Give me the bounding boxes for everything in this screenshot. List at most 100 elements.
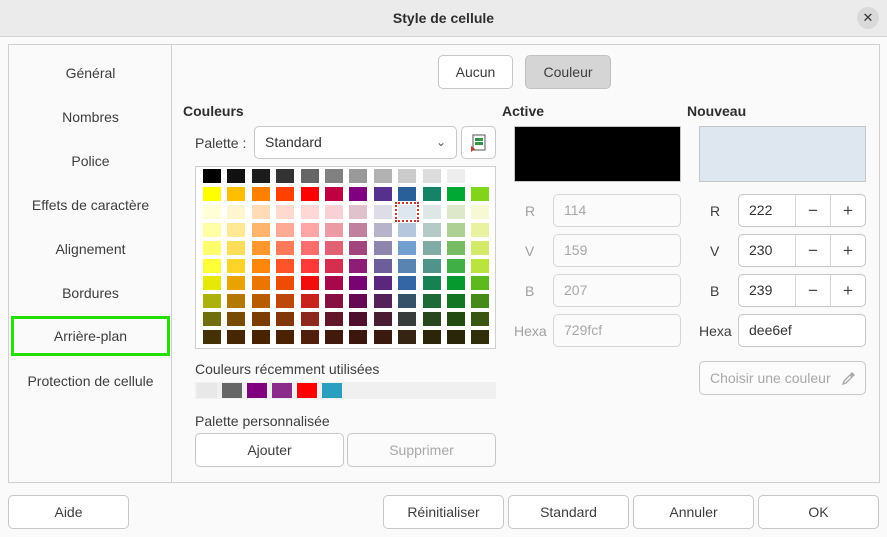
palette-swatch[interactable]	[251, 312, 270, 327]
delete-color-button[interactable]: Supprimer	[347, 433, 496, 467]
palette-swatch[interactable]	[398, 258, 417, 273]
palette-swatch[interactable]	[471, 258, 490, 273]
palette-swatch[interactable]	[276, 330, 295, 345]
palette-swatch[interactable]	[422, 330, 441, 345]
palette-swatch[interactable]	[251, 258, 270, 273]
palette-swatch[interactable]	[422, 258, 441, 273]
palette-swatch[interactable]	[251, 276, 270, 291]
palette-swatch[interactable]	[203, 186, 221, 201]
palette-swatch[interactable]	[373, 258, 392, 273]
palette-swatch[interactable]	[422, 294, 441, 309]
palette-swatch[interactable]	[471, 312, 490, 327]
sidebar-item-general[interactable]: Général	[9, 53, 172, 93]
palette-swatch[interactable]	[227, 294, 246, 309]
v-decrement-button[interactable]: −	[796, 235, 830, 266]
palette-swatch[interactable]	[251, 204, 270, 219]
palette-swatch[interactable]	[325, 186, 343, 201]
palette-swatch[interactable]	[276, 222, 295, 237]
ok-button[interactable]: OK	[758, 495, 879, 529]
palette-swatch[interactable]	[349, 222, 368, 237]
palette-swatch[interactable]	[373, 240, 392, 255]
palette-swatch[interactable]	[325, 204, 343, 219]
palette-swatch[interactable]	[373, 330, 392, 345]
palette-swatch[interactable]	[251, 294, 270, 309]
palette-swatch[interactable]	[447, 312, 465, 327]
palette-swatch[interactable]	[373, 222, 392, 237]
palette-swatch[interactable]	[373, 294, 392, 309]
palette-swatch[interactable]	[325, 240, 343, 255]
palette-swatch[interactable]	[325, 169, 343, 183]
r-increment-button[interactable]: +	[831, 195, 865, 226]
palette-swatch[interactable]	[325, 222, 343, 237]
new-r-spinner[interactable]: 222 − +	[738, 194, 866, 227]
palette-swatch[interactable]	[349, 294, 368, 309]
palette-swatch[interactable]	[325, 258, 343, 273]
palette-swatch[interactable]	[276, 169, 295, 183]
palette-swatch[interactable]	[373, 312, 392, 327]
new-b-spinner[interactable]: 239 − +	[738, 274, 866, 307]
palette-swatch[interactable]	[447, 204, 465, 219]
palette-swatch[interactable]	[349, 169, 368, 183]
close-icon[interactable]: ✕	[857, 7, 879, 29]
palette-swatch[interactable]	[276, 276, 295, 291]
palette-swatch[interactable]	[471, 330, 490, 345]
palette-swatch[interactable]	[447, 240, 465, 255]
palette-swatch[interactable]	[300, 169, 319, 183]
palette-swatch[interactable]	[422, 312, 441, 327]
add-color-button[interactable]: Ajouter	[195, 433, 344, 467]
palette-swatch[interactable]	[227, 258, 246, 273]
palette-swatch[interactable]	[471, 222, 490, 237]
palette-swatch[interactable]	[398, 312, 417, 327]
standard-button[interactable]: Standard	[508, 495, 629, 529]
palette-swatch[interactable]	[227, 222, 246, 237]
palette-swatch[interactable]	[227, 204, 246, 219]
palette-swatch[interactable]	[398, 330, 417, 345]
palette-swatch[interactable]	[398, 186, 417, 201]
palette-swatch[interactable]	[349, 204, 368, 219]
palette-swatch[interactable]	[447, 258, 465, 273]
palette-swatch[interactable]	[349, 312, 368, 327]
palette-swatch[interactable]	[251, 186, 270, 201]
sidebar-item-background[interactable]: Arrière-plan	[11, 316, 170, 356]
palette-select[interactable]: Standard ⌄	[254, 126, 457, 159]
sidebar-item-alignment[interactable]: Alignement	[9, 229, 172, 269]
palette-swatch[interactable]	[251, 222, 270, 237]
load-palette-button[interactable]	[461, 126, 496, 159]
b-increment-button[interactable]: +	[831, 275, 865, 306]
palette-swatch[interactable]	[227, 312, 246, 327]
new-v-spinner[interactable]: 230 − +	[738, 234, 866, 267]
palette-swatch[interactable]	[276, 204, 295, 219]
palette-swatch[interactable]	[422, 204, 441, 219]
palette-swatch[interactable]	[227, 186, 246, 201]
sidebar-item-numbers[interactable]: Nombres	[9, 97, 172, 137]
palette-swatch[interactable]	[251, 169, 270, 183]
palette-swatch[interactable]	[349, 258, 368, 273]
palette-swatch[interactable]	[300, 258, 319, 273]
palette-swatch[interactable]	[203, 312, 221, 327]
pick-color-button[interactable]: Choisir une couleur	[699, 361, 866, 395]
help-button[interactable]: Aide	[8, 495, 129, 529]
palette-swatch[interactable]	[471, 240, 490, 255]
recent-color-swatch[interactable]	[197, 383, 217, 398]
recent-color-swatch[interactable]	[222, 383, 242, 398]
palette-swatch[interactable]	[471, 294, 490, 309]
palette-swatch[interactable]	[373, 186, 392, 201]
palette-swatch[interactable]	[227, 169, 246, 183]
none-button[interactable]: Aucun	[438, 55, 513, 89]
palette-swatch[interactable]	[276, 186, 295, 201]
palette-swatch[interactable]	[203, 240, 221, 255]
recent-color-swatch[interactable]	[297, 383, 317, 398]
palette-swatch[interactable]	[300, 330, 319, 345]
palette-swatch[interactable]	[251, 330, 270, 345]
palette-swatch[interactable]	[373, 276, 392, 291]
recent-color-swatch[interactable]	[272, 383, 292, 398]
sidebar-item-font-effects[interactable]: Effets de caractère	[9, 185, 172, 225]
color-palette-grid[interactable]	[195, 166, 496, 349]
palette-swatch[interactable]	[373, 204, 392, 219]
palette-swatch[interactable]	[471, 276, 490, 291]
palette-swatch[interactable]	[300, 222, 319, 237]
palette-swatch[interactable]	[227, 276, 246, 291]
palette-swatch[interactable]	[471, 186, 490, 201]
recent-color-swatch[interactable]	[247, 383, 267, 398]
palette-swatch[interactable]	[325, 276, 343, 291]
